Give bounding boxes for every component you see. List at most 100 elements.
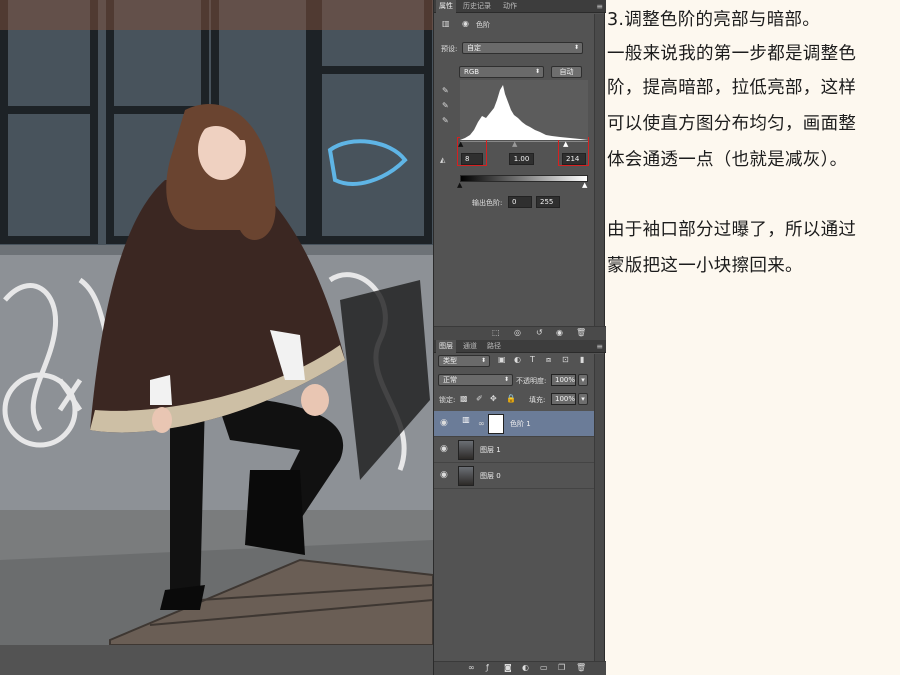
layer-name[interactable]: 图层 0 xyxy=(480,471,501,481)
layer-name[interactable]: 色阶 1 xyxy=(510,419,531,429)
tutorial-text: 3.调整色阶的亮部与暗部。 一般来说我的第一步都是调整色 阶，提高暗部，拉低亮部… xyxy=(607,0,900,675)
filter-smart-object-icon[interactable]: ⊡ xyxy=(562,355,569,364)
fill-field[interactable]: 100% xyxy=(551,393,576,405)
new-group-icon[interactable]: ▭ xyxy=(540,663,548,672)
layer-style-icon[interactable]: ƒ xyxy=(486,663,489,672)
black-eyedropper-icon[interactable]: ✎ xyxy=(442,86,449,95)
layer-thumbnail xyxy=(458,440,474,460)
filter-shape-icon[interactable]: ⧈ xyxy=(546,355,551,365)
output-levels-label: 输出色阶: xyxy=(472,199,503,207)
filter-pixel-icon[interactable]: ▣ xyxy=(498,355,506,364)
blend-mode-dropdown[interactable]: 正常 ⬍ xyxy=(438,374,513,386)
histogram xyxy=(460,80,588,140)
chevron-down-icon: ⬍ xyxy=(480,357,486,364)
photo-illustration xyxy=(0,0,433,646)
filter-kind-value: 类型 xyxy=(443,357,457,365)
levels-adjustment-icon: ▥ xyxy=(458,414,474,434)
output-white-slider[interactable]: ▲ xyxy=(582,181,587,189)
lock-label: 锁定: xyxy=(439,396,456,404)
tutorial-paragraph-line: 蒙版把这一小块擦回来。 xyxy=(607,256,803,276)
add-mask-icon[interactable]: ◙ xyxy=(504,663,512,672)
link-layers-icon[interactable]: ∞ xyxy=(468,663,475,672)
trash-icon[interactable]: 🗑 xyxy=(576,328,586,337)
eye-icon[interactable]: ◉ xyxy=(440,470,448,480)
output-black-slider[interactable]: ▲ xyxy=(457,181,462,189)
canvas-bottom-strip xyxy=(0,645,433,675)
tutorial-paragraph-line: 可以使直方图分布均匀，画面整 xyxy=(607,114,857,134)
fill-dropdown-button[interactable]: ▾ xyxy=(578,393,588,405)
adjustment-name: 色阶 xyxy=(476,21,490,29)
channel-value: RGB xyxy=(464,68,480,76)
layer-row-levels[interactable]: ◉ ▥ ∞ 色阶 1 xyxy=(434,411,594,437)
eye-icon[interactable]: ◉ xyxy=(440,418,448,428)
lock-paint-icon[interactable]: ✐ xyxy=(476,394,483,403)
chevron-down-icon: ⬍ xyxy=(503,376,509,383)
preset-value: 自定 xyxy=(467,44,481,52)
new-layer-icon[interactable]: ❐ xyxy=(558,663,565,672)
tutorial-paragraph-line: 阶，提高暗部，拉低亮部，这样 xyxy=(607,78,857,98)
layer-name[interactable]: 图层 1 xyxy=(480,445,501,455)
tab-layers[interactable]: 图层 xyxy=(436,340,456,353)
output-gradient-bar xyxy=(460,175,588,182)
preset-dropdown[interactable]: 自定 ⬍ xyxy=(462,42,583,54)
opacity-field[interactable]: 100% xyxy=(551,374,576,386)
opacity-dropdown-button[interactable]: ▾ xyxy=(578,374,588,386)
tab-history[interactable]: 历史记录 xyxy=(460,0,494,13)
tab-properties[interactable]: 属性 xyxy=(436,0,456,13)
layers-menu-icon[interactable]: ≡ xyxy=(596,340,603,353)
properties-tab-bar: 属性 历史记录 动作 ≡ xyxy=(434,0,606,13)
clipping-warning-icon[interactable]: ◭ xyxy=(440,156,445,164)
levels-adjustment-icon: ▥ xyxy=(442,19,450,28)
layer-row-layer-1[interactable]: ◉ 图层 1 xyxy=(434,437,594,463)
highlight-box-white xyxy=(558,137,589,166)
filter-type-icon[interactable]: T xyxy=(530,355,535,364)
tab-actions[interactable]: 动作 xyxy=(500,0,520,13)
opacity-label: 不透明度: xyxy=(516,377,547,385)
layer-mask-thumbnail[interactable] xyxy=(488,414,504,434)
properties-footer: ⬚ ◎ ↺ ◉ 🗑 xyxy=(434,326,606,340)
view-previous-icon[interactable]: ◎ xyxy=(514,328,521,337)
lock-move-icon[interactable]: ✥ xyxy=(490,394,497,403)
tutorial-paragraph-line: 一般来说我的第一步都是调整色 xyxy=(607,44,857,64)
layers-tab-bar: 图层 通道 路径 ≡ xyxy=(434,340,606,353)
layer-mask-icon[interactable]: ◉ xyxy=(462,19,469,28)
visibility-icon[interactable]: ◉ xyxy=(556,328,563,337)
layers-scrollbar[interactable] xyxy=(594,354,604,661)
gray-eyedropper-icon[interactable]: ✎ xyxy=(442,101,449,110)
blend-mode-value: 正常 xyxy=(443,376,457,384)
auto-button[interactable]: 自动 xyxy=(551,66,582,78)
output-black-field[interactable]: 0 xyxy=(508,196,532,208)
tutorial-paragraph-line: 由于袖口部分过曝了，所以通过 xyxy=(607,220,857,240)
reset-icon[interactable]: ↺ xyxy=(536,328,543,337)
trash-icon[interactable]: 🗑 xyxy=(576,663,586,672)
tutorial-paragraph-line: 体会通透一点（也就是减灰）。 xyxy=(607,150,848,170)
input-gamma-field[interactable]: 1.00 xyxy=(509,153,534,165)
layer-thumbnail xyxy=(458,466,474,486)
filter-toggle-icon[interactable]: ▮ xyxy=(580,355,584,364)
chevron-down-icon: ⬍ xyxy=(534,68,540,75)
layer-row-layer-0[interactable]: ◉ 图层 0 xyxy=(434,463,594,489)
highlight-box-black xyxy=(457,137,487,166)
chevron-down-icon: ⬍ xyxy=(573,44,579,51)
properties-scrollbar[interactable] xyxy=(594,14,604,326)
chain-link-icon[interactable]: ∞ xyxy=(478,419,485,428)
tab-channels[interactable]: 通道 xyxy=(460,340,480,353)
layers-footer: ∞ ƒ ◙ ◐ ▭ ❐ 🗑 xyxy=(434,661,606,675)
eye-icon[interactable]: ◉ xyxy=(440,444,448,454)
lock-all-icon[interactable]: 🔒 xyxy=(506,394,516,403)
tutorial-step-title: 3.调整色阶的亮部与暗部。 xyxy=(607,10,821,30)
fill-label: 填充: xyxy=(529,396,546,404)
output-white-field[interactable]: 255 xyxy=(536,196,560,208)
new-adjustment-icon[interactable]: ◐ xyxy=(522,663,529,672)
panel-menu-icon[interactable]: ≡ xyxy=(596,0,603,13)
preset-label: 预设: xyxy=(441,45,458,53)
clip-to-layer-icon[interactable]: ⬚ xyxy=(492,328,500,337)
layer-filter-dropdown[interactable]: 类型 ⬍ xyxy=(438,355,490,367)
tab-paths[interactable]: 路径 xyxy=(484,340,504,353)
photo-canvas xyxy=(0,0,433,675)
white-eyedropper-icon[interactable]: ✎ xyxy=(442,116,449,125)
filter-adjustment-icon[interactable]: ◐ xyxy=(514,355,521,364)
input-gamma-slider[interactable]: ▲ xyxy=(512,140,517,148)
lock-transparent-icon[interactable]: ▩ xyxy=(460,394,468,403)
channel-dropdown[interactable]: RGB ⬍ xyxy=(459,66,544,78)
